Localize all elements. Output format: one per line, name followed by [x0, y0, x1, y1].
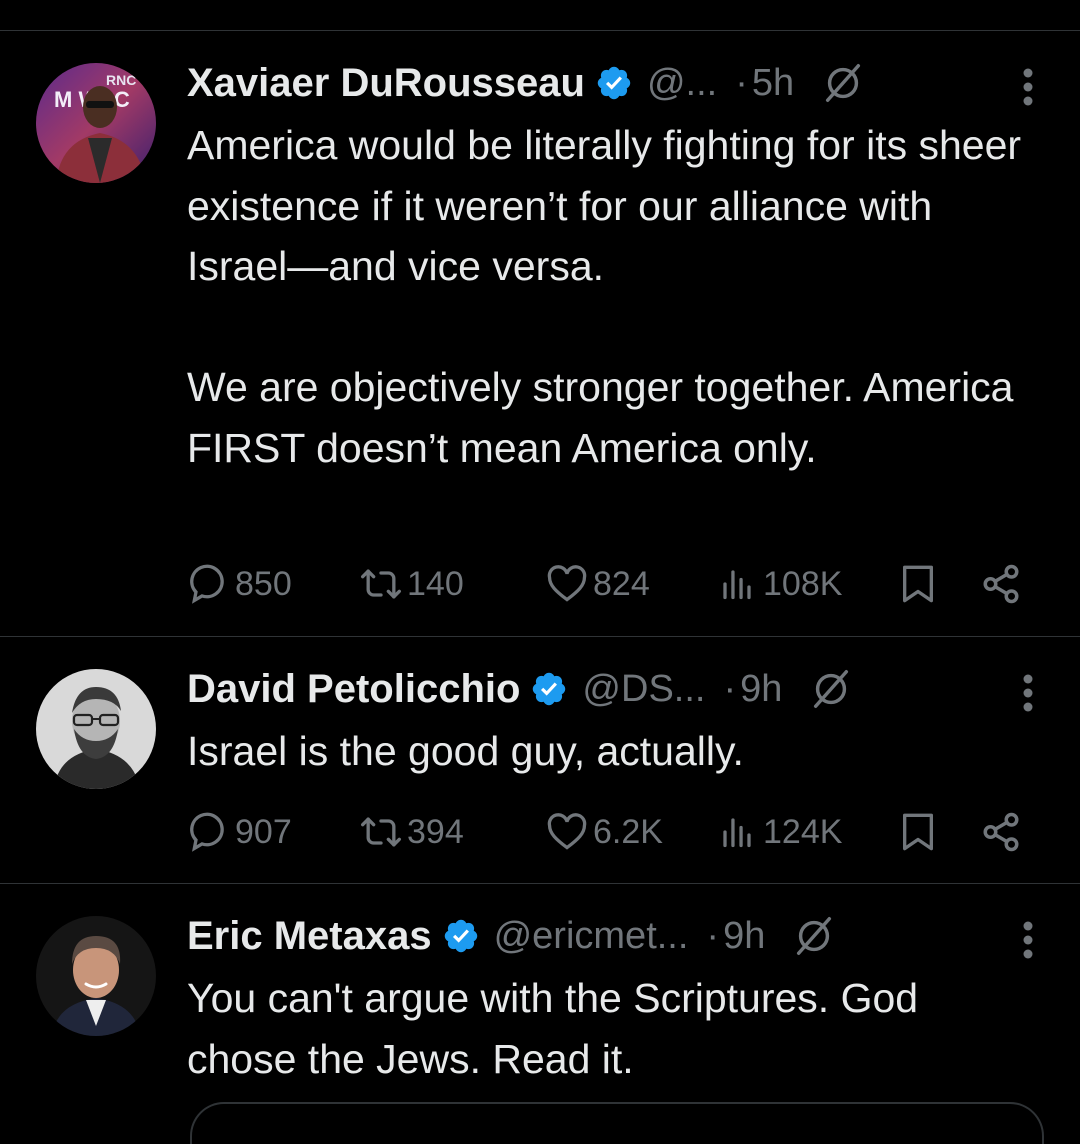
- tweet-text: America would be literally fighting for …: [187, 122, 1022, 471]
- tweet-text: Israel is the good guy, actually.: [187, 728, 744, 774]
- views-count: 124K: [763, 812, 843, 851]
- timestamp[interactable]: 5h: [752, 62, 794, 105]
- share-button[interactable]: [980, 559, 1026, 609]
- views-count: 108K: [763, 564, 843, 603]
- tweet-header: Eric Metaxas @ericmet... · 9h: [187, 908, 1047, 964]
- reply-icon: [190, 564, 224, 604]
- tweet-header: David Petolicchio @DS... · 9h: [187, 661, 1047, 717]
- verified-badge-icon: [533, 672, 566, 706]
- timestamp[interactable]: 9h: [740, 668, 782, 711]
- avatar[interactable]: [36, 669, 156, 789]
- repost-button[interactable]: 140: [359, 559, 464, 609]
- tweet-text: You can't argue with the Scriptures. God…: [187, 975, 930, 1082]
- tweet[interactable]: David Petolicchio @DS... · 9h Israel is …: [0, 637, 1080, 884]
- action-bar: 907 394 6.2K 124K: [187, 807, 1037, 857]
- repost-count: 140: [407, 564, 464, 603]
- like-icon: [547, 813, 587, 850]
- bookmark-button[interactable]: [899, 559, 941, 609]
- views-icon: [723, 818, 751, 848]
- tweet[interactable]: Eric Metaxas @ericmet... · 9h You can't …: [0, 884, 1080, 1122]
- separator-dot: ·: [706, 914, 720, 957]
- share-icon: [983, 812, 1019, 852]
- share-button[interactable]: [980, 807, 1026, 857]
- bookmark-button[interactable]: [899, 807, 941, 857]
- views-button[interactable]: 124K: [719, 807, 842, 857]
- reply-count: 850: [235, 564, 292, 603]
- grok-icon[interactable]: [820, 60, 866, 106]
- display-name[interactable]: Eric Metaxas: [187, 914, 432, 959]
- views-icon: [723, 570, 751, 600]
- repost-icon: [361, 569, 401, 599]
- avatar[interactable]: RNC M WAC: [36, 63, 156, 183]
- reply-button[interactable]: 907: [187, 807, 292, 857]
- grok-icon[interactable]: [808, 666, 854, 712]
- tweet-header: Xaviaer DuRousseau @... · 5h: [187, 55, 1047, 111]
- like-button[interactable]: 6.2K: [545, 807, 663, 857]
- avatar-logo-text: RNC: [106, 72, 136, 88]
- display-name[interactable]: Xaviaer DuRousseau: [187, 61, 585, 106]
- handle[interactable]: @ericmet...: [494, 915, 689, 958]
- repost-count: 394: [407, 812, 464, 851]
- display-name[interactable]: David Petolicchio: [187, 667, 520, 712]
- like-count: 6.2K: [593, 812, 663, 851]
- more-icon[interactable]: [1022, 920, 1034, 960]
- bookmark-icon: [903, 565, 933, 603]
- like-icon: [547, 565, 587, 602]
- embedded-card[interactable]: [190, 1102, 1044, 1144]
- share-icon: [983, 564, 1019, 604]
- timestamp[interactable]: 9h: [723, 915, 765, 958]
- verified-badge-icon: [444, 919, 477, 953]
- separator-dot: ·: [723, 667, 737, 710]
- more-icon[interactable]: [1022, 67, 1034, 107]
- handle[interactable]: @DS...: [582, 668, 705, 711]
- verified-badge-icon: [597, 66, 631, 100]
- tweet[interactable]: RNC M WAC Xaviaer DuRousseau @... · 5h A…: [0, 31, 1080, 637]
- bookmark-icon: [903, 813, 933, 851]
- more-icon[interactable]: [1022, 673, 1034, 713]
- reply-button[interactable]: 850: [187, 559, 292, 609]
- like-button[interactable]: 824: [545, 559, 650, 609]
- reply-icon: [190, 812, 224, 852]
- handle[interactable]: @...: [647, 62, 717, 105]
- views-button[interactable]: 108K: [719, 559, 842, 609]
- repost-icon: [361, 817, 401, 847]
- separator-dot: ·: [735, 61, 748, 104]
- repost-button[interactable]: 394: [359, 807, 464, 857]
- action-bar: 850 140 824 108K: [187, 559, 1037, 609]
- like-count: 824: [593, 564, 650, 603]
- reply-count: 907: [235, 812, 292, 851]
- avatar[interactable]: [36, 916, 156, 1036]
- grok-icon[interactable]: [791, 913, 837, 959]
